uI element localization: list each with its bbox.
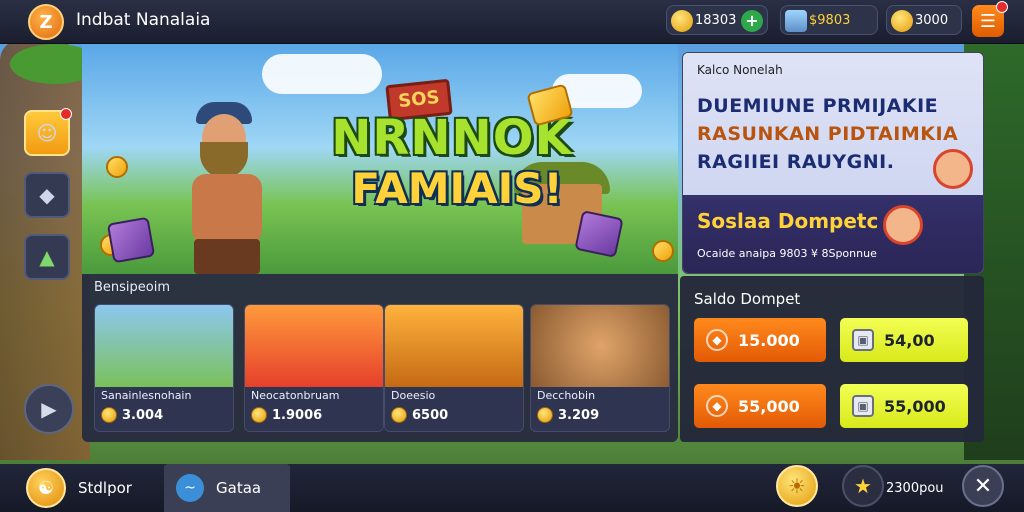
- topup-button[interactable]: ◆ 55,000: [694, 384, 826, 428]
- character-avatar: [933, 149, 973, 189]
- promo-line-3: RAGIIEI RAUYGNI.: [697, 151, 895, 173]
- promo-note: Ocaide anaipa 9803 ¥ 8Sponnue: [697, 247, 877, 260]
- cash-icon: ▣: [852, 395, 874, 417]
- app-logo[interactable]: Z: [28, 4, 64, 40]
- gem-block-icon: [106, 216, 156, 264]
- topup-button[interactable]: ◆ 15.000: [694, 318, 826, 362]
- game-card[interactable]: Neocatonbruam 1.9006: [244, 304, 384, 432]
- side-gem-button[interactable]: ◆: [24, 172, 70, 218]
- section-title: Bensipeoim: [94, 280, 171, 295]
- coin-icon: [652, 240, 674, 262]
- promo-wallet-title: Soslaa Dompetc: [697, 209, 879, 233]
- character-avatar: [883, 205, 923, 245]
- coin-icon: [891, 10, 913, 32]
- coin-icon: [391, 407, 407, 423]
- card-thumbnail: [245, 305, 383, 387]
- close-icon: ✕: [973, 473, 993, 499]
- card-name: Decchobin: [537, 389, 596, 402]
- pirate-character: [172, 94, 282, 274]
- play-icon: ▶: [41, 397, 57, 421]
- card-name: Neocatonbruam: [251, 389, 340, 402]
- promo-line-1: DUEMIUNE PRMIJAKIE: [697, 95, 939, 117]
- side-map-button[interactable]: ▲: [24, 234, 70, 280]
- promo-line-2: RASUNKAN PIDTAIMKIA: [697, 123, 959, 145]
- hero-banner[interactable]: SOS NRNNOK FAMIAIS!: [82, 44, 678, 274]
- hero-subtitle: FAMIAIS!: [351, 164, 563, 213]
- coin-icon: ◆: [706, 329, 728, 351]
- game-card[interactable]: Doeesio 6500: [384, 304, 524, 432]
- top-bar: Z Indbat Nanalaia 18303 + $9803 3000 ☰: [0, 0, 1024, 44]
- game-card[interactable]: Decchobin 3.209: [530, 304, 670, 432]
- sun-icon: ☀: [788, 474, 806, 498]
- coin-icon: [537, 407, 553, 423]
- card-thumbnail: [95, 305, 233, 387]
- coin-icon: ◆: [706, 395, 728, 417]
- wallet-panel: Saldo Dompet ◆ 15.000 ▣ 54,00 ◆ 55,000 ▣ 55,…: [680, 276, 984, 442]
- card-price: 3.004: [101, 407, 163, 423]
- notification-badge: [60, 108, 72, 120]
- wallet-title: Saldo Dompet: [694, 290, 801, 308]
- content-panel: Bensipeoim Sanainlesnohain 3.004 Neocato…: [82, 274, 678, 442]
- card-price: 6500: [391, 407, 448, 423]
- trophy-icon: [785, 10, 807, 32]
- card-thumbnail: [531, 305, 669, 387]
- nav-shop-button[interactable]: ☯ Stdlpor: [26, 466, 132, 510]
- currency-gems[interactable]: 18303 +: [666, 5, 768, 35]
- star-icon: ★: [854, 474, 872, 498]
- card-name: Sanainlesnohain: [101, 389, 192, 402]
- play-button[interactable]: ▶: [24, 384, 74, 434]
- topup-button[interactable]: ▣ 55,000: [840, 384, 968, 428]
- menu-list-icon: ☰: [979, 10, 997, 32]
- promo-panel[interactable]: Kalco Nonelah DUEMIUNE PRMIJAKIE RASUNKA…: [682, 52, 984, 274]
- tab-games-content[interactable]: ~ Gataa: [176, 466, 261, 510]
- sun-coin-button[interactable]: ☀: [776, 465, 818, 507]
- hero-title: NRNNOK: [331, 110, 573, 166]
- card-thumbnail: [385, 305, 523, 387]
- side-profile-button[interactable]: ☺: [24, 108, 72, 156]
- add-gems-button[interactable]: +: [741, 10, 763, 32]
- cash-icon: ▣: [852, 329, 874, 351]
- currency-coins[interactable]: 3000: [886, 5, 962, 35]
- card-name: Doeesio: [391, 389, 436, 402]
- cloud: [262, 54, 382, 94]
- coin-icon: [106, 156, 128, 178]
- shop-icon: ☯: [26, 468, 66, 508]
- coin-icon: [251, 407, 267, 423]
- currency-trophy[interactable]: $9803: [780, 5, 878, 35]
- game-screen: Z Indbat Nanalaia 18303 + $9803 3000 ☰ ☺…: [0, 0, 1024, 512]
- points-icon-button[interactable]: ★: [842, 465, 884, 507]
- game-card[interactable]: Sanainlesnohain 3.004: [94, 304, 234, 432]
- menu-button[interactable]: ☰: [972, 1, 1008, 37]
- gold-heart-icon: [671, 10, 693, 32]
- points-label: 2300pou: [886, 480, 944, 496]
- topup-button[interactable]: ▣ 54,00: [840, 318, 968, 362]
- coin-icon: [101, 407, 117, 423]
- card-price: 3.209: [537, 407, 599, 423]
- close-button[interactable]: ✕: [962, 465, 1004, 507]
- promo-header: Kalco Nonelah: [697, 63, 783, 77]
- card-price: 1.9006: [251, 407, 322, 423]
- crystal-icon: ▲: [39, 245, 55, 269]
- notification-badge: [996, 1, 1008, 13]
- diamond-icon: ◆: [39, 183, 55, 207]
- promo-wallet-area: [683, 195, 983, 273]
- app-title: Indbat Nanalaia: [76, 10, 211, 30]
- wave-icon: ~: [176, 474, 204, 502]
- avatar-icon: ☺: [36, 121, 58, 145]
- gem-block-icon: [574, 210, 624, 258]
